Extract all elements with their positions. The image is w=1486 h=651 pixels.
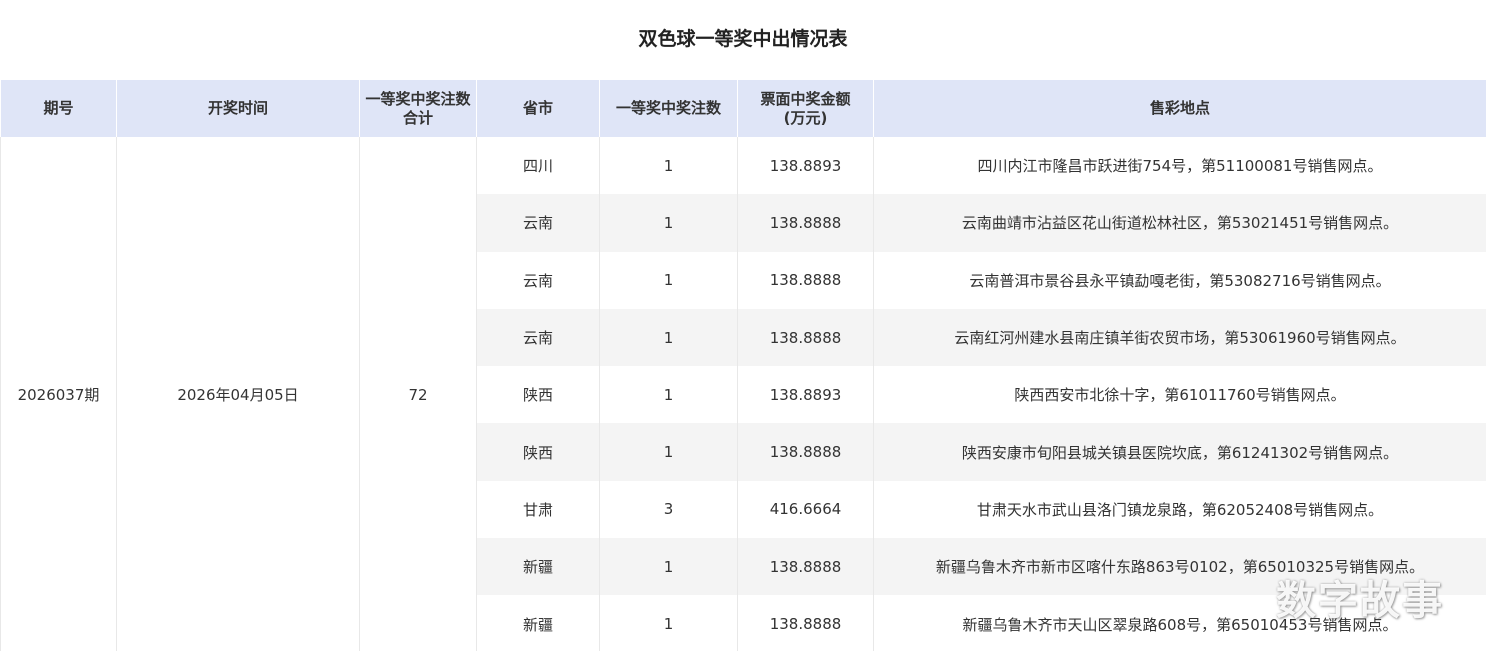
cell-bets: 1 xyxy=(599,308,738,367)
cell-province: 新疆 xyxy=(476,538,600,596)
cell-location: 云南普洱市景谷县永平镇勐嘎老街，第53082716号销售网点。 xyxy=(873,251,1486,309)
cell-draw-time: 2026年04月05日 xyxy=(116,137,360,651)
cell-amount: 138.8888 xyxy=(737,538,874,596)
cell-bets: 1 xyxy=(599,251,738,309)
cell-bets: 1 xyxy=(599,423,738,481)
header-location[interactable]: 售彩地点 xyxy=(873,80,1486,137)
cell-total-bets: 72 xyxy=(359,137,477,651)
header-amount[interactable]: 票面中奖金额 (万元) xyxy=(737,80,874,137)
header-amount-line2: (万元) xyxy=(783,108,828,127)
header-row: 期号 开奖时间 一等奖中奖注数 合计 省市 一等奖中奖注数 票面中奖金额 (万元… xyxy=(0,80,1486,137)
table-row: 2026037期 2026年04月05日 72 四川 1 138.8893 四川… xyxy=(0,137,1486,651)
cell-province: 四川 xyxy=(476,137,600,195)
header-total-bets[interactable]: 一等奖中奖注数 合计 xyxy=(359,80,477,137)
header-period[interactable]: 期号 xyxy=(0,80,117,137)
cell-location: 陕西西安市北徐十字，第61011760号销售网点。 xyxy=(873,366,1486,424)
cell-amount: 138.8893 xyxy=(737,366,874,424)
cell-amount: 416.6664 xyxy=(737,480,874,539)
cell-location: 陕西安康市旬阳县城关镇县医院坎底，第61241302号销售网点。 xyxy=(873,423,1486,481)
cell-amount: 138.8888 xyxy=(737,194,874,252)
page-title: 双色球一等奖中出情况表 xyxy=(638,28,848,50)
cell-bets: 1 xyxy=(599,366,738,424)
cell-province: 陕西 xyxy=(476,366,600,424)
cell-amount: 138.8888 xyxy=(737,423,874,481)
header-total-bets-line2: 合计 xyxy=(402,108,433,127)
cell-amount: 138.8888 xyxy=(737,595,874,651)
header-province[interactable]: 省市 xyxy=(476,80,600,137)
cell-amount: 138.8888 xyxy=(737,308,874,367)
cell-location: 云南红河州建水县南庄镇羊街农贸市场，第53061960号销售网点。 xyxy=(873,308,1486,367)
cell-bets: 1 xyxy=(599,194,738,252)
cell-amount: 138.8893 xyxy=(737,137,874,195)
header-total-bets-line1: 一等奖中奖注数 xyxy=(365,89,471,108)
cell-province: 陕西 xyxy=(476,423,600,481)
cell-location: 四川内江市隆昌市跃进街754号，第51100081号销售网点。 xyxy=(873,137,1486,195)
cell-province: 云南 xyxy=(476,251,600,309)
cell-location: 云南曲靖市沾益区花山街道松林社区，第53021451号销售网点。 xyxy=(873,194,1486,252)
cell-amount: 138.8888 xyxy=(737,251,874,309)
cell-bets: 1 xyxy=(599,595,738,651)
cell-location: 甘肃天水市武山县洛门镇龙泉路，第62052408号销售网点。 xyxy=(873,480,1486,539)
cell-province: 新疆 xyxy=(476,595,600,651)
cell-province: 云南 xyxy=(476,194,600,252)
cell-period: 2026037期 xyxy=(0,137,117,651)
watermark-logo: 数字故事 xyxy=(1276,578,1444,624)
header-amount-line1: 票面中奖金额 xyxy=(760,89,851,108)
header-draw-time[interactable]: 开奖时间 xyxy=(116,80,360,137)
header-bets[interactable]: 一等奖中奖注数 xyxy=(599,80,738,137)
cell-bets: 1 xyxy=(599,538,738,596)
prize-table: 期号 开奖时间 一等奖中奖注数 合计 省市 一等奖中奖注数 票面中奖金额 (万元… xyxy=(0,80,1486,651)
cell-province: 云南 xyxy=(476,308,600,367)
cell-province: 甘肃 xyxy=(476,480,600,539)
cell-bets: 3 xyxy=(599,480,738,539)
cell-bets: 1 xyxy=(599,137,738,195)
